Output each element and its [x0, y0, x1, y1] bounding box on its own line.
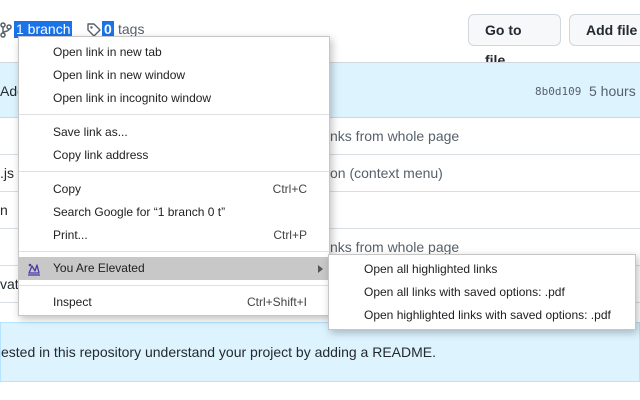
you-are-elevated-extension-icon — [28, 263, 40, 276]
you-are-elevated-submenu: Open all highlighted links Open all link… — [328, 254, 636, 330]
menu-divider — [19, 114, 329, 115]
add-readme-banner: ested in this repository understand your… — [0, 322, 640, 382]
shortcut-label: Ctrl+Shift+I — [246, 295, 307, 309]
submenu-item-open-highlighted-saved-pdf[interactable]: Open highlighted links with saved option… — [329, 304, 635, 327]
menu-item-print[interactable]: Print... Ctrl+P — [19, 224, 329, 247]
go-to-file-button[interactable]: Go to file — [468, 14, 561, 68]
file-name[interactable]: .js — [0, 165, 14, 181]
menu-item-label: Open link in incognito window — [53, 91, 212, 105]
menu-item-label: Copy — [53, 182, 82, 196]
menu-divider — [19, 251, 329, 252]
file-commit-message[interactable]: nks from whole page — [330, 239, 459, 255]
menu-item-open-new-window[interactable]: Open link in new window — [19, 64, 329, 87]
add-file-button[interactable]: Add file — [569, 14, 640, 46]
submenu-item-label: Open all highlighted links — [364, 262, 498, 276]
menu-item-label: Search Google for “1 branch 0 t” — [53, 205, 226, 219]
context-menu: Open link in new tab Open link in new wi… — [18, 36, 330, 316]
file-name[interactable]: n — [0, 202, 8, 218]
submenu-item-label: Open highlighted links with saved option… — [364, 308, 611, 322]
menu-item-label: Print... — [53, 228, 88, 242]
menu-item-open-new-tab[interactable]: Open link in new tab — [19, 41, 329, 64]
submenu-item-label: Open all links with saved options: .pdf — [364, 285, 565, 299]
menu-item-label: You Are Elevated — [53, 261, 145, 275]
submenu-item-open-all-saved-pdf[interactable]: Open all links with saved options: .pdf — [329, 281, 635, 304]
menu-item-copy[interactable]: Copy Ctrl+C — [19, 178, 329, 201]
shortcut-label: Ctrl+C — [272, 182, 307, 196]
file-commit-message[interactable]: on (context menu) — [330, 165, 443, 181]
menu-item-label: Open link in new tab — [53, 45, 162, 59]
menu-divider — [19, 285, 329, 286]
menu-item-you-are-elevated[interactable]: You Are Elevated — [19, 257, 329, 280]
chevron-right-icon — [318, 265, 323, 273]
menu-item-copy-link-address[interactable]: Copy link address — [19, 144, 329, 167]
menu-item-search-google[interactable]: Search Google for “1 branch 0 t” — [19, 201, 329, 224]
commit-sha[interactable]: 8b0d109 — [535, 85, 581, 98]
commit-time: 5 hours a — [589, 83, 640, 99]
menu-item-label: Open link in new window — [53, 68, 186, 82]
menu-item-label: Save link as... — [53, 125, 128, 139]
menu-item-open-incognito[interactable]: Open link in incognito window — [19, 87, 329, 110]
file-commit-message[interactable]: nks from whole page — [330, 128, 459, 144]
git-branch-icon — [0, 22, 12, 38]
menu-item-label: Inspect — [53, 295, 92, 309]
submenu-item-open-all-highlighted[interactable]: Open all highlighted links — [329, 258, 635, 281]
menu-divider — [19, 171, 329, 172]
menu-item-label: Copy link address — [53, 148, 149, 162]
menu-item-save-link-as[interactable]: Save link as... — [19, 121, 329, 144]
menu-item-inspect[interactable]: Inspect Ctrl+Shift+I — [19, 291, 329, 314]
shortcut-label: Ctrl+P — [273, 228, 307, 242]
readme-banner-text: ested in this repository understand your… — [1, 344, 437, 360]
